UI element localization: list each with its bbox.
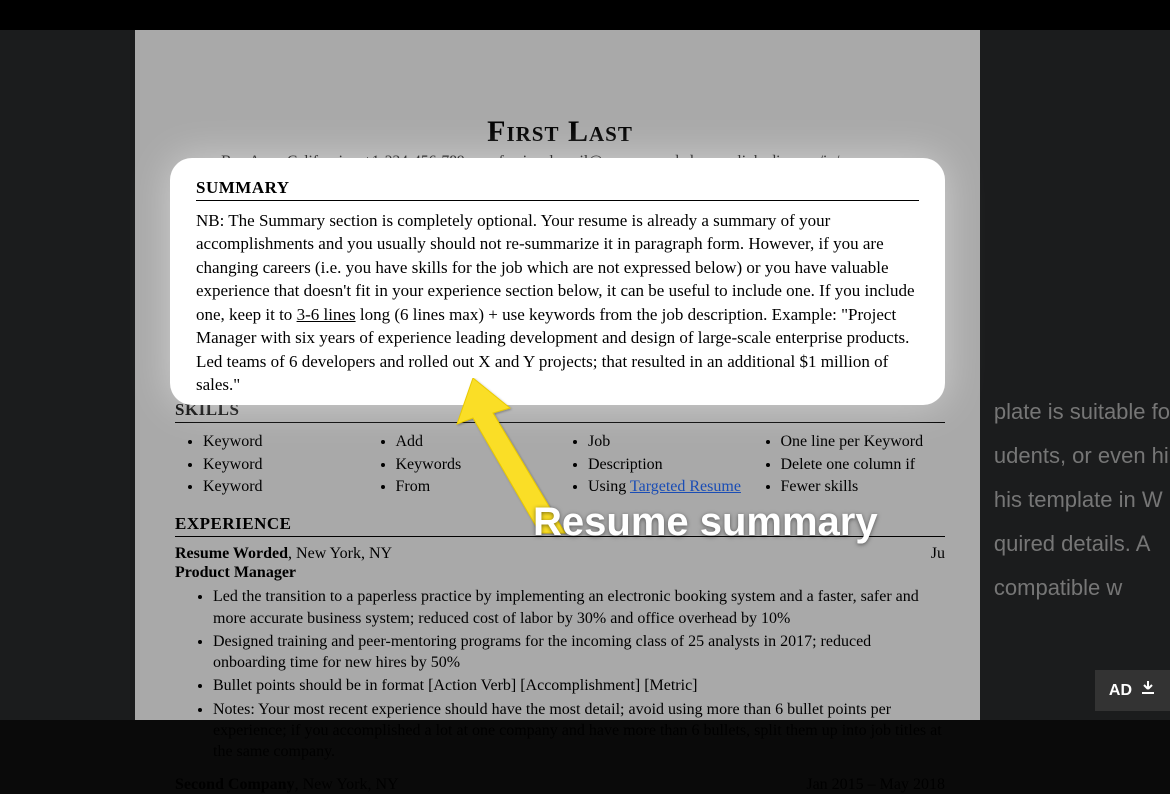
download-button-partial[interactable]: AD	[1095, 670, 1170, 711]
download-label: AD	[1109, 682, 1132, 700]
job1-bullets: Led the transition to a paperless practi…	[175, 586, 945, 762]
job1-location: , New York, NY	[288, 545, 392, 562]
skill-item: Job	[588, 431, 753, 453]
background-partial-text: plate is suitable fo udents, or even hi …	[994, 390, 1170, 610]
job2-location: , New York, NY	[295, 776, 399, 793]
job1-role: Product Manager	[175, 564, 945, 582]
job1-company: Resume Worded	[175, 545, 288, 562]
targeted-resume-link[interactable]: Targeted Resume	[630, 478, 741, 495]
job1-dates: Ju	[931, 545, 945, 563]
callout-label: Resume summary	[533, 500, 878, 545]
download-icon	[1140, 680, 1156, 701]
job2-dates: Jan 2015 – May 2018	[806, 776, 945, 794]
skill-item: Delete one column if	[781, 454, 946, 476]
summary-highlight-box: SUMMARY NB: The Summary section is compl…	[170, 158, 945, 405]
job2-header: Second Company, New York, NY Jan 2015 – …	[175, 776, 945, 794]
candidate-name: First Last	[175, 115, 945, 149]
skill-item: Using Targeted Resume	[588, 476, 753, 498]
skill-item: One line per Keyword	[781, 431, 946, 453]
skill-item: Keyword	[203, 431, 368, 453]
job1-header: Resume Worded, New York, NY Ju	[175, 545, 945, 563]
skill-item: Keyword	[203, 476, 368, 498]
summary-heading: SUMMARY	[196, 178, 919, 201]
summary-line-range: 3-6 lines	[297, 305, 356, 324]
summary-text: NB: The Summary section is completely op…	[196, 209, 919, 397]
bullet-item: Bullet points should be in format [Actio…	[213, 675, 945, 696]
skill-item: Keyword	[203, 454, 368, 476]
skill-item: Description	[588, 454, 753, 476]
bullet-item: Led the transition to a paperless practi…	[213, 586, 945, 629]
bullet-item: Designed training and peer-mentoring pro…	[213, 631, 945, 674]
skill-item: Fewer skills	[781, 476, 946, 498]
window-top-bar	[0, 0, 1170, 30]
bullet-item: Notes: Your most recent experience shoul…	[213, 699, 945, 763]
job2-company: Second Company	[175, 776, 295, 793]
